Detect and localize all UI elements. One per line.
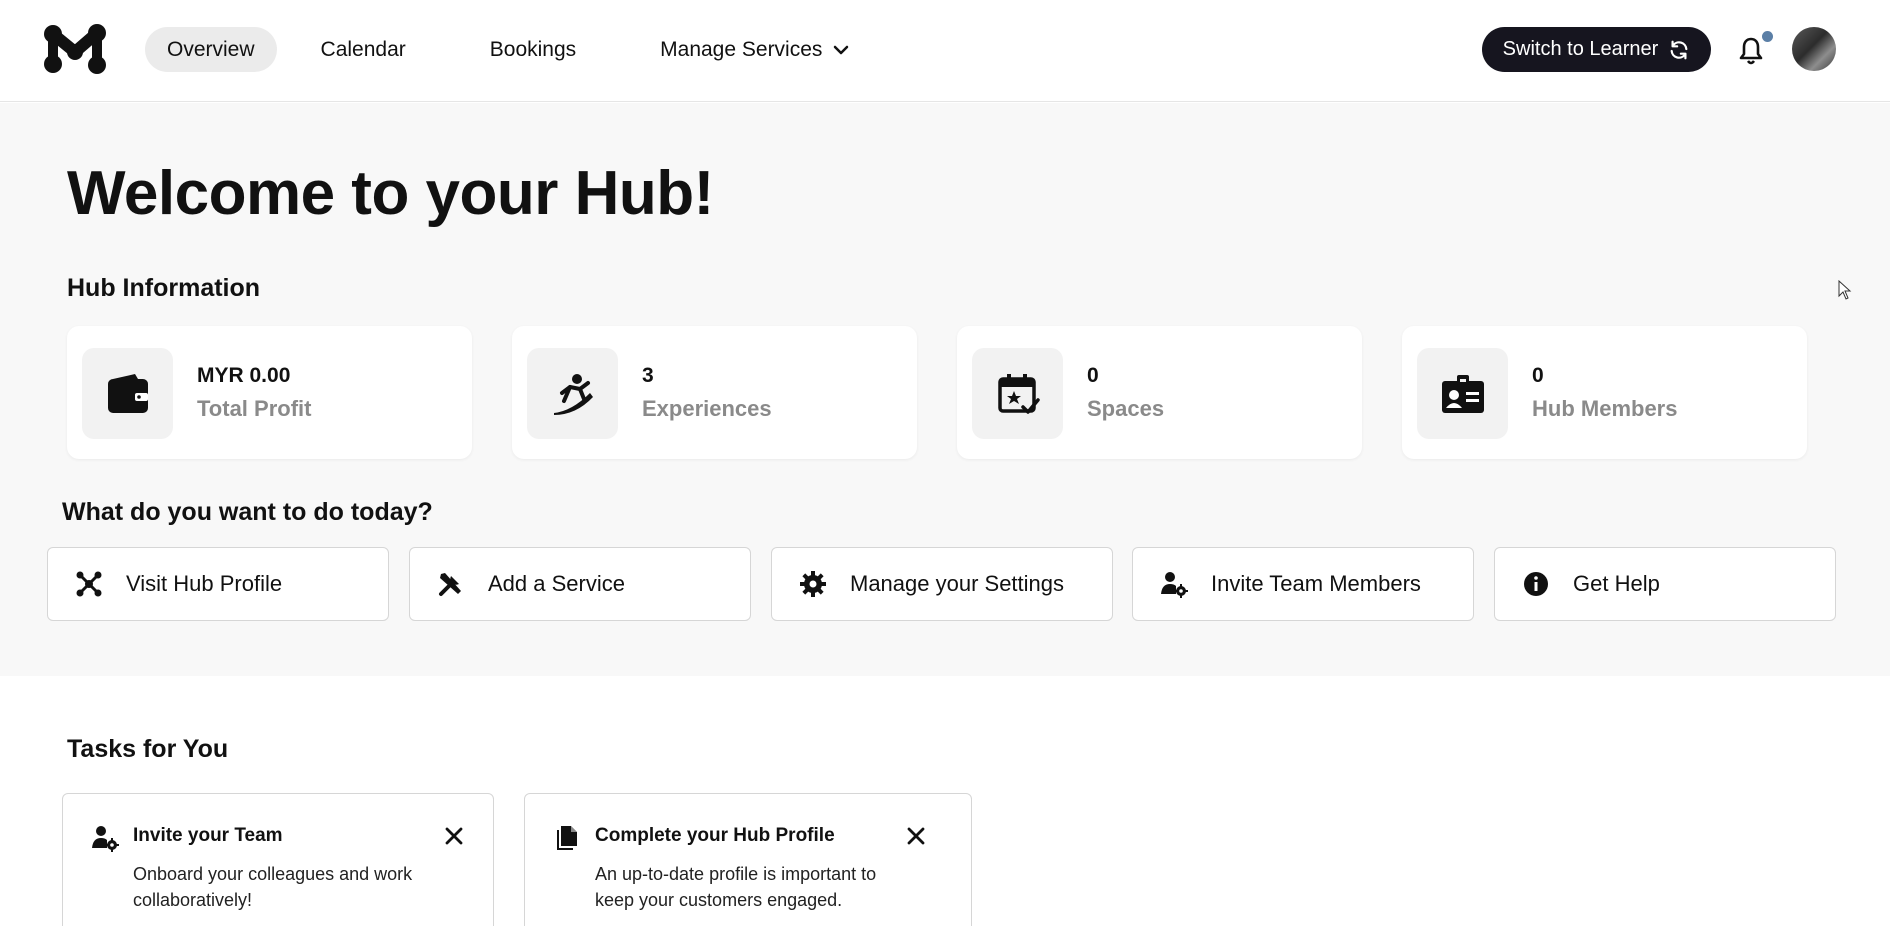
nav-overview[interactable]: Overview (145, 27, 277, 72)
manage-settings-button[interactable]: Manage your Settings (771, 547, 1113, 621)
calendar-star-icon (972, 348, 1063, 439)
surfing-icon (527, 348, 618, 439)
get-help-button[interactable]: Get Help (1494, 547, 1836, 621)
visit-hub-profile-button[interactable]: Visit Hub Profile (47, 547, 389, 621)
nav-calendar[interactable]: Calendar (299, 27, 428, 72)
user-gear-icon (1159, 569, 1189, 599)
documents-icon (557, 826, 577, 850)
close-icon[interactable] (442, 824, 466, 848)
nav-bookings[interactable]: Bookings (468, 27, 598, 72)
notification-dot (1762, 31, 1773, 42)
stat-label: Hub Members (1532, 396, 1678, 421)
stat-label: Experiences (642, 396, 772, 421)
stat-card-experiences: 3 Experiences (512, 326, 917, 459)
task-title: Invite your Team (133, 825, 283, 846)
task-card-complete-hub-profile[interactable]: Complete your Hub Profile An up-to-date … (524, 793, 972, 926)
stat-card-hub-members: 0 Hub Members (1402, 326, 1807, 459)
task-title: Complete your Hub Profile (595, 825, 835, 846)
close-icon[interactable] (904, 824, 928, 848)
refresh-icon (1670, 40, 1688, 59)
hub-icon (74, 569, 104, 599)
action-label: Get Help (1573, 571, 1660, 596)
action-label: Add a Service (488, 571, 625, 596)
task-description-line: An up-to-date profile is important to (595, 864, 877, 884)
action-label: Visit Hub Profile (126, 571, 283, 596)
wallet-icon (82, 348, 173, 439)
nav-overview-label: Overview (167, 37, 255, 61)
bell-icon[interactable] (1737, 36, 1765, 66)
avatar[interactable] (1792, 27, 1836, 71)
top-nav-bar: Overview Calendar Bookings Manage Servic… (0, 0, 1890, 102)
nav-manage-services[interactable]: Manage Services (638, 27, 872, 72)
action-label: Invite Team Members (1211, 571, 1421, 596)
nav-manage-services-label: Manage Services (660, 37, 823, 61)
switch-to-learner-button[interactable]: Switch to Learner (1482, 27, 1711, 72)
stat-label: Total Profit (197, 396, 312, 421)
stat-card-spaces: 0 Spaces (957, 326, 1362, 459)
stat-value: 0 (1087, 364, 1099, 387)
invite-team-members-button[interactable]: Invite Team Members (1132, 547, 1474, 621)
task-card-invite-team[interactable]: Invite your Team Onboard your colleagues… (62, 793, 494, 926)
chevron-down-icon (834, 45, 849, 54)
task-description: An up-to-date profile is important to ke… (595, 861, 876, 913)
brand-logo[interactable] (44, 24, 106, 74)
tools-icon (436, 569, 466, 599)
tasks-title: Tasks for You (67, 735, 229, 763)
task-description-line: collaboratively! (133, 890, 253, 910)
stat-value: MYR 0.00 (197, 364, 291, 387)
task-description-line: keep your customers engaged. (595, 890, 843, 910)
id-card-icon (1417, 348, 1508, 439)
info-icon (1521, 569, 1551, 599)
task-description-line: Onboard your colleagues and work (133, 864, 413, 884)
page-title: Welcome to your Hub! (67, 159, 714, 228)
stat-label: Spaces (1087, 396, 1165, 421)
mouse-cursor-icon (1838, 280, 1852, 300)
nav-calendar-label: Calendar (320, 37, 406, 61)
stat-value: 0 (1532, 364, 1544, 387)
gear-icon (798, 569, 828, 599)
stat-card-total-profit: MYR 0.00 Total Profit (67, 326, 472, 459)
add-a-service-button[interactable]: Add a Service (409, 547, 751, 621)
task-description: Onboard your colleagues and work collabo… (133, 861, 412, 913)
switch-to-learner-label: Switch to Learner (1502, 38, 1659, 60)
user-gear-icon (92, 826, 119, 852)
main-nav: Overview Calendar Bookings Manage Servic… (145, 27, 912, 72)
action-label: Manage your Settings (850, 571, 1065, 596)
actions-title: What do you want to do today? (62, 498, 433, 526)
nav-bookings-label: Bookings (489, 37, 577, 61)
hub-information-title: Hub Information (67, 274, 261, 302)
stat-value: 3 (642, 364, 654, 387)
